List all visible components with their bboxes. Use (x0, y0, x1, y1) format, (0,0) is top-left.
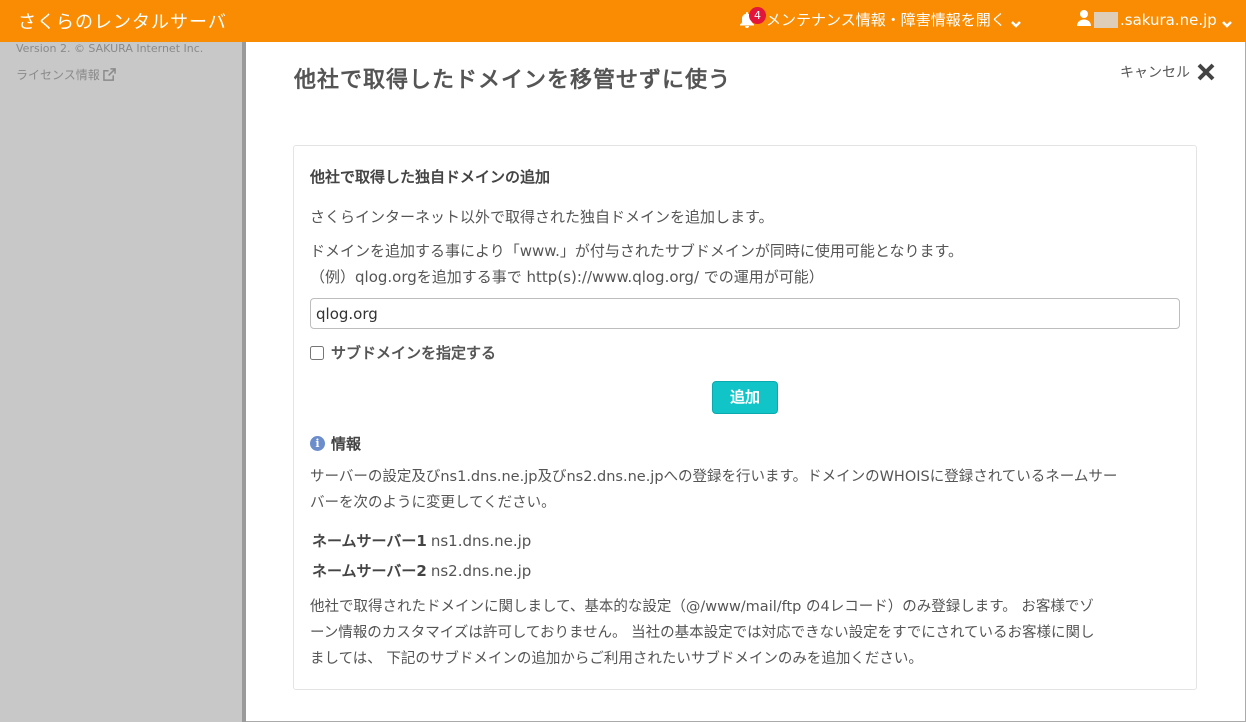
card-title: 他社で取得した独自ドメインの追加 (310, 168, 551, 186)
note-text-line: ましては、 下記のサブドメインの追加からご利用されたいサブドメインのみを追加くだ… (310, 651, 923, 667)
masked-username (1094, 12, 1118, 28)
brand-logo[interactable]: さくらのレンタルサーバ (18, 8, 227, 34)
card-example: （例）qlog.orgを追加する事で http(s)://www.qlog.or… (310, 268, 824, 286)
external-link-icon (102, 68, 116, 81)
top-bar: さくらのレンタルサーバ 4 メンテナンス情報・障害情報を開く .sakura.n… (0, 0, 1246, 42)
subdomain-checkbox-label: サブドメインを指定する (331, 344, 497, 362)
info-text: サーバーの設定及びns1.dns.ne.jp及びns2.dns.ne.jpへの登… (310, 464, 1182, 516)
nameserver-2-label: ネームサーバー2 (312, 562, 427, 580)
notice-count-badge: 4 (749, 6, 766, 24)
user-domain: .sakura.ne.jp (1120, 11, 1217, 29)
cancel-button[interactable]: キャンセル (1120, 62, 1216, 82)
note-text-line: 他社で取得されたドメインに関しまして、基本的な設定（@/www/mail/ftp… (310, 599, 1094, 615)
nameserver-2-value: ns2.dns.ne.jp (430, 562, 532, 580)
note-text: 他社で取得されたドメインに関しまして、基本的な設定（@/www/mail/ftp… (310, 594, 1182, 672)
user-menu[interactable]: .sakura.ne.jp (1077, 10, 1232, 30)
add-button[interactable]: 追加 (712, 381, 778, 414)
info-title: 情報 (331, 435, 362, 453)
nameserver-1-label: ネームサーバー1 (312, 532, 427, 550)
info-text-line: サーバーの設定及びns1.dns.ne.jp及びns2.dns.ne.jpへの登… (310, 469, 1118, 485)
nameserver-1-row: ネームサーバー1 ns1.dns.ne.jp (312, 530, 531, 551)
subdomain-checkbox-row[interactable]: サブドメインを指定する (310, 342, 496, 363)
sidebar (0, 42, 242, 722)
nameserver-1-value: ns1.dns.ne.jp (430, 532, 532, 550)
version-text: Version 2. © SAKURA Internet Inc. (16, 42, 204, 55)
domain-input[interactable] (310, 298, 1180, 329)
card-description: ドメインを追加する事により「www.」が付与されたサブドメインが同時に使用可能と… (310, 242, 963, 260)
note-text-line: ーン情報のカスタマイズは許可しておりません。 当社の基本設定では対応できない設定… (310, 625, 1095, 641)
info-heading: i 情報 (310, 433, 361, 454)
notice-menu[interactable]: 4 メンテナンス情報・障害情報を開く (740, 6, 1021, 30)
notice-label: メンテナンス情報・障害情報を開く (766, 11, 1006, 29)
bell-icon: 4 (740, 6, 766, 28)
user-icon (1077, 10, 1091, 30)
close-icon (1197, 63, 1215, 81)
info-icon: i (310, 436, 325, 451)
license-label: ライセンス情報 (16, 68, 100, 82)
add-domain-card: 他社で取得した独自ドメインの追加 さくらインターネット以外で取得された独自ドメイ… (293, 145, 1197, 690)
nameserver-2-row: ネームサーバー2 ns2.dns.ne.jp (312, 560, 531, 581)
page-title: 他社で取得したドメインを移管せずに使う (294, 68, 732, 93)
card-description: さくらインターネット以外で取得された独自ドメインを追加します。 (310, 208, 774, 226)
subdomain-checkbox[interactable] (310, 345, 324, 360)
chevron-down-icon (1010, 15, 1021, 28)
main-panel: 他社で取得したドメインを移管せずに使う キャンセル 他社で取得した独自ドメインの… (246, 42, 1246, 722)
license-link[interactable]: ライセンス情報 (16, 66, 116, 83)
cancel-label: キャンセル (1120, 65, 1190, 81)
chevron-down-icon (1221, 15, 1232, 28)
info-text-line: バーを次のように変更してください。 (310, 495, 556, 511)
